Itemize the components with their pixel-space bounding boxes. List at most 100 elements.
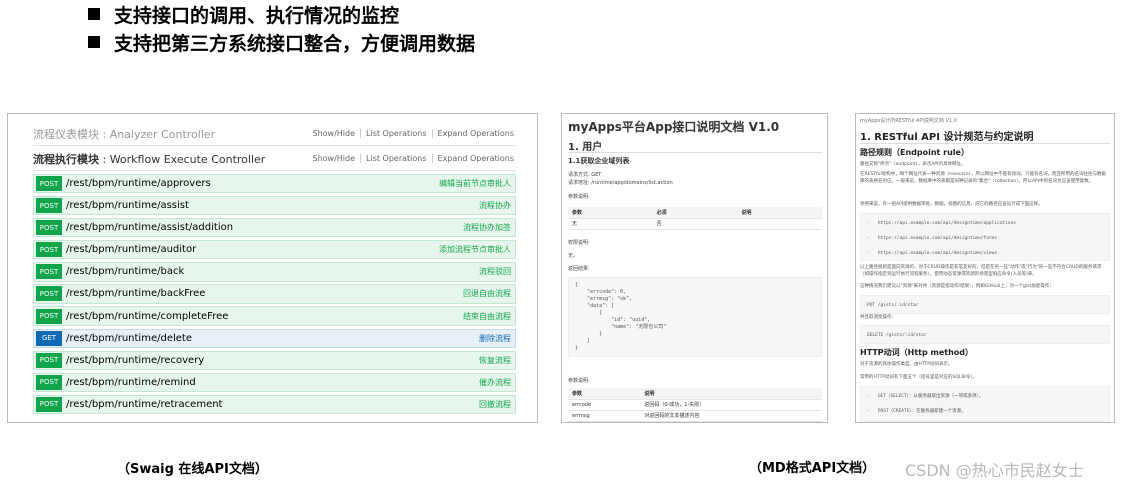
operation-path[interactable]: /rest/bpm/runtime/delete [66, 333, 479, 344]
http-method-badge[interactable]: POST [36, 198, 62, 214]
swagger-api-doc-screenshot: 流程仪表模块 : Analyzer Controller Show/Hide L… [7, 113, 538, 423]
operation-summary[interactable]: 删除流程 [479, 333, 515, 344]
divider [860, 143, 1110, 144]
table-row: errmsg 对返回码的文本描述内容 [568, 410, 822, 422]
result-label: 返回结果: [568, 266, 590, 272]
controller-actions: Show/Hide List Operations Expand Operati… [308, 154, 517, 163]
operation-row[interactable]: POST/rest/bpm/runtime/assist/addition 流程协… [33, 218, 516, 238]
watermark: CSDN @热心市民赵女士 [905, 461, 1084, 480]
doc-title: 1. RESTful API 设计规范与约定说明 [860, 132, 1034, 143]
operation-row[interactable]: POST/rest/bpm/runtime/recovery 恢复流程 [33, 350, 516, 370]
operation-path[interactable]: /rest/bpm/runtime/remind [66, 377, 479, 388]
operation-summary[interactable]: 催办流程 [479, 377, 515, 388]
operation-path[interactable]: /rest/bpm/runtime/back [66, 266, 479, 277]
bullet-item: 支持把第三方系统接口整合，方便调用数据 [88, 28, 475, 56]
operation-row[interactable]: POST/rest/bpm/runtime/approvers 编辑当前节点审批人 [33, 174, 516, 194]
operation-summary[interactable]: 添加流程节点审批人 [439, 244, 515, 255]
operation-row[interactable]: POST/rest/bpm/runtime/back 流程驳回 [33, 262, 516, 282]
paragraph: 这种情况我们建议以"资源"来对待（资源是指动作/结果），例如GitHub上，对一… [860, 284, 1054, 289]
request-url: 请求地址: /runtime/app/domains/list.action [568, 180, 673, 186]
controller-header-analyzer[interactable]: 流程仪表模块 : Analyzer Controller Show/Hide L… [33, 122, 516, 146]
section-heading: 路径规则（Endpoint rule） [860, 148, 969, 157]
bullet-square-icon [88, 8, 100, 20]
http-method-badge[interactable]: POST [36, 352, 62, 368]
expand-operations-link[interactable]: Expand Operations [433, 129, 516, 138]
operation-summary[interactable]: 回撤流程 [479, 399, 515, 410]
permission-value: 无。 [568, 253, 579, 259]
paragraph: 对于资源的具体操作类型，由HTTP动词表示。 [860, 362, 953, 367]
table-header-row: 参数 说明 [568, 388, 822, 400]
code-block: - https://api.example.com/api/designtime… [860, 213, 1110, 261]
permission-label: 权限说明: [568, 240, 590, 246]
operation-summary[interactable]: 编辑当前节点审批人 [439, 178, 515, 189]
bullet-text: 支持接口的调用、执行情况的监控 [114, 4, 400, 27]
http-method-badge[interactable]: POST [36, 264, 62, 280]
bullet-text: 支持把第三方系统接口整合，方便调用数据 [114, 32, 476, 55]
show-hide-link[interactable]: Show/Hide [308, 129, 362, 138]
code-block: - GET（SELECT）：从服务器取出资源（一项或多项）。 - POST（CR… [860, 386, 1110, 422]
http-method-badge[interactable]: POST [36, 396, 62, 412]
controller-actions: Show/Hide List Operations Expand Operati… [308, 129, 517, 138]
operation-summary[interactable]: 结束自由流程 [463, 311, 515, 322]
controller-title[interactable]: 流程仪表模块 : Analyzer Controller [33, 126, 215, 142]
operation-path[interactable]: /rest/bpm/runtime/auditor [66, 244, 439, 255]
operation-row[interactable]: GET/rest/bpm/runtime/delete 删除流程 [33, 328, 516, 348]
list-operations-link[interactable]: List Operations [361, 154, 433, 163]
http-method-badge[interactable]: POST [36, 308, 62, 324]
bullet-list: 支持接口的调用、执行情况的监控 支持把第三方系统接口整合，方便调用数据 [88, 0, 475, 56]
http-method-badge[interactable]: POST [36, 220, 62, 236]
expand-operations-link[interactable]: Expand Operations [433, 154, 516, 163]
paragraph: 举例来说，有一组API提供数据审批，数据，视图的信息，则它的路径应该设计成下面这… [860, 202, 1043, 207]
section-heading: HTTP动词（Http method） [860, 348, 974, 357]
controller-title[interactable]: 流程执行模块 : Workflow Execute Controller [33, 151, 265, 167]
operation-path[interactable]: /rest/bpm/runtime/recovery [66, 355, 479, 366]
controller-header-workflow[interactable]: 流程执行模块 : Workflow Execute Controller Sho… [33, 147, 516, 171]
operation-summary[interactable]: 流程协办 [479, 200, 515, 211]
operation-row[interactable]: POST/rest/bpm/runtime/remind 催办流程 [33, 372, 516, 392]
result-params-label: 参数说明: [568, 378, 590, 384]
paragraph: 并且取消星操作： [860, 315, 896, 320]
bullet-square-icon [88, 36, 100, 48]
params-label: 参数说明: [568, 194, 590, 200]
operation-summary[interactable]: 回退自由流程 [463, 288, 515, 299]
md-api-doc-screenshot: myApps平台App接口说明文档 V1.0 1. 用户 1.1获取企业域列表 … [561, 113, 828, 423]
doc-title: myApps平台App接口说明文档 V1.0 [568, 120, 780, 134]
paragraph: 以上路径规则是面向资源的，对于CRUD操作是非常友好的，但是在另一些"动作"或"… [860, 265, 1102, 277]
show-hide-link[interactable]: Show/Hide [308, 154, 362, 163]
divider [568, 152, 822, 153]
http-method-badge[interactable]: POST [36, 286, 62, 302]
table-row: errcode 返回码（0-成功，1-失败） [568, 399, 822, 411]
operation-row[interactable]: POST/rest/bpm/runtime/retracement 回撤流程 [33, 394, 516, 414]
code-block: PUT /gists/:id/star [860, 295, 1110, 314]
operation-path[interactable]: /rest/bpm/runtime/retracement [66, 399, 479, 410]
list-operations-link[interactable]: List Operations [361, 129, 433, 138]
paragraph: 路径又称"终点"（endpoint），表示API的具体网址。 [860, 162, 966, 167]
operation-row[interactable]: POST/rest/bpm/runtime/completeFree 结束自由流程 [33, 306, 516, 326]
operation-path[interactable]: /rest/bpm/runtime/assist/addition [66, 222, 463, 233]
operation-row[interactable]: POST/rest/bpm/runtime/auditor 添加流程节点审批人 [33, 240, 516, 260]
http-method-badge[interactable]: POST [36, 176, 62, 192]
http-method-badge[interactable]: POST [36, 374, 62, 390]
http-method-badge[interactable]: POST [36, 242, 62, 258]
result-params-table: 参数 说明 errcode 返回码（0-成功，1-失败） errmsg 对返回码… [568, 388, 822, 422]
operation-summary[interactable]: 恢复流程 [479, 355, 515, 366]
restful-api-doc-screenshot: myApps设计所RESTful API说明文档 V1.0 1. RESTful… [855, 113, 1115, 423]
paragraph: 常用的HTTP动词有下面五个（括号里是对应的SQL命令）。 [860, 375, 978, 380]
operation-path[interactable]: /rest/bpm/runtime/approvers [66, 178, 439, 189]
operation-list: POST/rest/bpm/runtime/approvers 编辑当前节点审批人… [33, 174, 516, 414]
section-heading: 1. 用户 [568, 142, 603, 153]
operation-path[interactable]: /rest/bpm/runtime/backFree [66, 288, 463, 299]
subsection-heading: 1.1获取企业域列表 [568, 157, 630, 165]
operation-summary[interactable]: 流程驳回 [479, 266, 515, 277]
operation-row[interactable]: POST/rest/bpm/runtime/assist 流程协办 [33, 196, 516, 216]
table-row: 无 否 [568, 218, 822, 230]
operation-row[interactable]: POST/rest/bpm/runtime/backFree 回退自由流程 [33, 284, 516, 304]
http-method-badge[interactable]: GET [36, 330, 62, 346]
operation-path[interactable]: /rest/bpm/runtime/completeFree [66, 311, 463, 322]
operation-path[interactable]: /rest/bpm/runtime/assist [66, 200, 479, 211]
code-block: DELETE /gists/:id/star [860, 325, 1110, 344]
operation-summary[interactable]: 流程协办加签 [463, 222, 515, 233]
md-caption: （MD格式API文档） [749, 461, 876, 476]
swagger-caption: （Swaig 在线API文档） [117, 462, 268, 477]
request-method: 请求方式: GET [568, 172, 602, 178]
